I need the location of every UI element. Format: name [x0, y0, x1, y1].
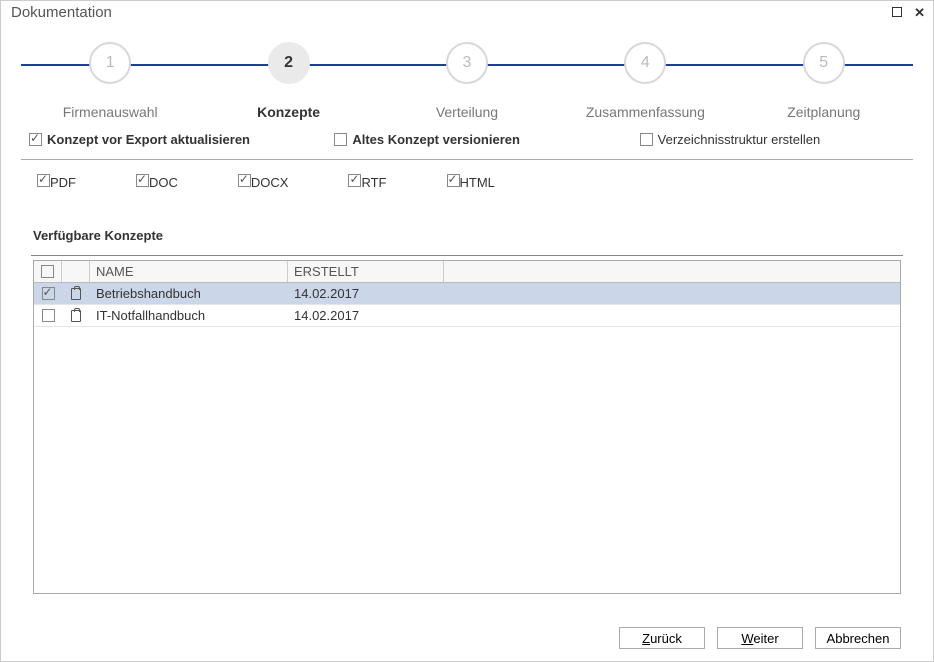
checkbox-icon [640, 133, 653, 146]
row-name: IT-Notfallhandbuch [90, 306, 288, 325]
row-type-icon [62, 286, 90, 302]
step-circle-4: 4 [624, 42, 666, 84]
step-label-3: Verteilung [382, 94, 552, 120]
checkbox-icon [37, 174, 50, 187]
checkbox-icon [238, 174, 251, 187]
wizard-stepper: 1 2 3 4 5 Firmenauswahl Konzepte Verteil… [21, 36, 913, 96]
step-circle-3: 3 [446, 42, 488, 84]
checkbox-label: DOCX [251, 175, 289, 190]
step-2[interactable]: 2 [204, 42, 374, 84]
step-circle-1: 1 [89, 42, 131, 84]
th-rest [444, 261, 900, 282]
maximize-icon[interactable] [892, 5, 902, 21]
step-5[interactable]: 5 [739, 42, 909, 84]
checkbox-icon [42, 287, 55, 300]
th-icon [62, 261, 90, 282]
clipboard-icon [71, 288, 81, 300]
section-title-available: Verfügbare Konzepte [1, 200, 933, 251]
checkbox-version-old[interactable]: Altes Konzept versionieren [334, 132, 599, 147]
checkbox-label: RTF [361, 175, 386, 190]
divider [31, 255, 903, 256]
th-created[interactable]: ERSTELLT [288, 261, 444, 282]
checkbox-icon [29, 133, 42, 146]
th-name[interactable]: NAME [90, 261, 288, 282]
stepper-labels: Firmenauswahl Konzepte Verteilung Zusamm… [21, 94, 913, 120]
step-circle-2: 2 [268, 42, 310, 84]
step-label-2: Konzepte [204, 94, 374, 120]
close-icon[interactable]: ✕ [914, 5, 925, 21]
checkbox-pdf[interactable]: PDF [37, 174, 76, 190]
checkbox-icon [447, 174, 460, 187]
row-type-icon [62, 308, 90, 324]
checkbox-docx[interactable]: DOCX [238, 174, 289, 190]
checkbox-rtf[interactable]: RTF [348, 174, 386, 190]
cancel-button[interactable]: Abbrechen [815, 627, 901, 649]
checkbox-label: Verzeichnisstruktur erstellen [658, 132, 821, 147]
checkbox-icon [348, 174, 361, 187]
button-label-rest: eiter [753, 631, 778, 646]
checkbox-html[interactable]: HTML [447, 174, 495, 190]
checkbox-icon [41, 265, 54, 278]
checkbox-label: Altes Konzept versionieren [352, 132, 520, 147]
export-formats-row: PDF DOC DOCX RTF HTML [1, 164, 933, 200]
step-4[interactable]: 4 [560, 42, 730, 84]
checkbox-label: HTML [460, 175, 495, 190]
step-label-4: Zusammenfassung [560, 94, 730, 120]
checkbox-create-dir-structure[interactable]: Verzeichnisstruktur erstellen [640, 132, 905, 147]
checkbox-icon [334, 133, 347, 146]
table-header: NAME ERSTELLT [34, 261, 900, 283]
button-label-rest: urück [650, 631, 682, 646]
th-check-all[interactable] [34, 261, 62, 282]
stepper-circles: 1 2 3 4 5 [21, 42, 913, 84]
titlebar-controls: ✕ [892, 5, 925, 21]
checkbox-label: DOC [149, 175, 178, 190]
next-button[interactable]: Weiter [717, 627, 803, 649]
concepts-table: NAME ERSTELLT Betriebshandbuch 14.02.201… [33, 260, 901, 594]
step-label-1: Firmenauswahl [25, 94, 195, 120]
checkbox-icon [136, 174, 149, 187]
step-1[interactable]: 1 [25, 42, 195, 84]
divider [21, 159, 913, 160]
step-circle-5: 5 [803, 42, 845, 84]
row-created: 14.02.2017 [288, 306, 444, 325]
row-checkbox[interactable] [34, 307, 62, 324]
dialog-footer: Zurück Weiter Abbrechen [1, 615, 933, 661]
window-title: Dokumentation [11, 4, 112, 21]
table-row[interactable]: IT-Notfallhandbuch 14.02.2017 [34, 305, 900, 327]
row-checkbox[interactable] [34, 285, 62, 302]
row-name: Betriebshandbuch [90, 284, 288, 303]
checkbox-update-before-export[interactable]: Konzept vor Export aktualisieren [29, 132, 294, 147]
clipboard-icon [71, 310, 81, 322]
table-row[interactable]: Betriebshandbuch 14.02.2017 [34, 283, 900, 305]
checkbox-label: Konzept vor Export aktualisieren [47, 132, 250, 147]
step-3[interactable]: 3 [382, 42, 552, 84]
step-label-5: Zeitplanung [739, 94, 909, 120]
back-button[interactable]: Zurück [619, 627, 705, 649]
checkbox-label: PDF [50, 175, 76, 190]
row-created: 14.02.2017 [288, 284, 444, 303]
checkbox-icon [42, 309, 55, 322]
titlebar: Dokumentation ✕ [1, 1, 933, 26]
checkbox-doc[interactable]: DOC [136, 174, 178, 190]
dialog-dokumentation: Dokumentation ✕ 1 2 3 4 5 Firmenauswahl … [0, 0, 934, 662]
